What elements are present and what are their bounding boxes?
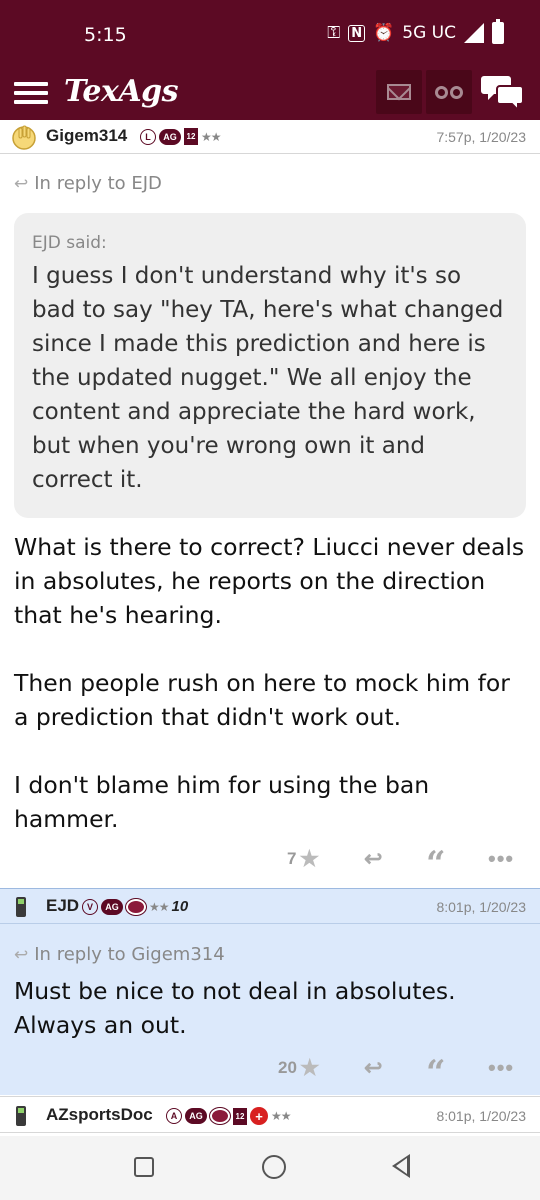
more-button[interactable]: ••• bbox=[488, 846, 514, 872]
binoculars-button[interactable] bbox=[426, 70, 472, 114]
post-paragraph: Then people rush on here to mock him for… bbox=[14, 669, 510, 731]
badge-ag: AG bbox=[185, 1108, 207, 1124]
quote-icon: “ bbox=[426, 844, 446, 884]
mail-button[interactable] bbox=[376, 70, 422, 114]
post-body: Must be nice to not deal in absolutes. A… bbox=[14, 974, 526, 1042]
chat-icon bbox=[481, 76, 524, 113]
post-header: AZsportsDoc A AG 12 + ★★ 8:01p, 1/20/23 bbox=[0, 1099, 540, 1133]
post-header: Gigem314 L AG 12 ★★ 7:57p, 1/20/23 bbox=[0, 120, 540, 154]
logo-badge-icon bbox=[210, 1108, 230, 1124]
like-count: 20 bbox=[278, 1058, 297, 1077]
logo-badge-icon bbox=[126, 898, 146, 915]
badge-L: L bbox=[140, 128, 156, 145]
system-nav-bar bbox=[0, 1136, 540, 1200]
reply-arrow-icon: ↩ bbox=[14, 944, 29, 965]
quote-author: EJD said: bbox=[32, 233, 107, 253]
mail-icon bbox=[387, 84, 411, 100]
reply-icon: ↩ bbox=[364, 1055, 383, 1080]
menu-icon[interactable] bbox=[14, 78, 48, 108]
badge-A: A bbox=[166, 1108, 182, 1124]
app-bar: TexAgs bbox=[0, 68, 540, 120]
username[interactable]: EJD bbox=[46, 896, 79, 916]
reply-button[interactable]: ↩ bbox=[364, 1055, 382, 1081]
post-actions: 20 ★ ↩ “ ••• bbox=[0, 1051, 540, 1093]
post-header: EJD V AG ★★ 10 8:01p, 1/20/23 bbox=[0, 890, 540, 924]
post-paragraph: I don't blame him for using the ban hamm… bbox=[14, 771, 430, 833]
avatar[interactable] bbox=[16, 1106, 44, 1132]
quote-button[interactable]: “ bbox=[426, 844, 446, 884]
quote-block: EJD said: I guess I don't understand why… bbox=[14, 213, 526, 518]
alarm-icon: ⏰ bbox=[373, 23, 395, 43]
key-icon: ⚿ bbox=[327, 23, 341, 43]
badge-plus: + bbox=[250, 1107, 268, 1125]
user-badges: A AG 12 + ★★ bbox=[166, 1107, 291, 1125]
nfc-icon: N bbox=[348, 24, 366, 42]
reply-to-link[interactable]: ↩ In reply to EJD bbox=[14, 173, 162, 194]
status-time: 5:15 bbox=[84, 24, 127, 46]
username[interactable]: Gigem314 bbox=[46, 126, 127, 146]
more-button[interactable]: ••• bbox=[488, 1055, 514, 1081]
like-button[interactable]: 20 ★ bbox=[278, 1055, 320, 1081]
back-icon[interactable] bbox=[392, 1154, 410, 1178]
badge-10: 10 bbox=[171, 898, 189, 915]
status-icons: ⚿ N ⏰ 5G UC bbox=[327, 19, 504, 44]
quote-button[interactable]: “ bbox=[426, 1053, 446, 1093]
badge-12: 12 bbox=[233, 1107, 247, 1125]
post-actions: 7 ★ ↩ “ ••• bbox=[0, 842, 540, 884]
status-bar: 5:15 ⚿ N ⏰ 5G UC bbox=[0, 0, 540, 68]
post-body: What is there to correct? Liucci never d… bbox=[14, 530, 526, 836]
phone-icon bbox=[16, 897, 26, 917]
username[interactable]: AZsportsDoc bbox=[46, 1105, 153, 1125]
avatar[interactable] bbox=[16, 897, 44, 923]
post-paragraph: What is there to correct? Liucci never d… bbox=[14, 533, 525, 629]
post-timestamp[interactable]: 8:01p, 1/20/23 bbox=[436, 899, 526, 915]
site-logo[interactable]: TexAgs bbox=[64, 74, 179, 109]
home-icon[interactable] bbox=[262, 1155, 286, 1179]
like-button[interactable]: 7 ★ bbox=[287, 846, 319, 872]
recents-icon[interactable] bbox=[134, 1157, 154, 1177]
star-icon: ★ bbox=[299, 1055, 320, 1080]
chat-button[interactable] bbox=[480, 72, 526, 113]
network-label: 5G UC bbox=[402, 23, 456, 43]
quote-icon: “ bbox=[426, 1053, 446, 1093]
post-timestamp[interactable]: 8:01p, 1/20/23 bbox=[436, 1108, 526, 1124]
reply-icon: ↩ bbox=[364, 846, 383, 871]
badge-12: 12 bbox=[184, 128, 198, 145]
star-icon: ★ bbox=[299, 846, 320, 871]
reply-to-text: In reply to EJD bbox=[34, 173, 162, 194]
divider bbox=[0, 1096, 540, 1097]
more-icon: ••• bbox=[488, 846, 515, 871]
reply-to-text: In reply to Gigem314 bbox=[34, 944, 225, 965]
star-rating: ★★ bbox=[149, 899, 169, 914]
signal-icon bbox=[464, 23, 484, 43]
phone-icon bbox=[16, 1106, 26, 1126]
star-rating: ★★ bbox=[271, 1109, 291, 1123]
badge-ag: AG bbox=[101, 898, 123, 915]
post-timestamp[interactable]: 7:57p, 1/20/23 bbox=[436, 129, 526, 145]
user-badges: V AG ★★ 10 bbox=[82, 898, 188, 915]
reply-to-link[interactable]: ↩ In reply to Gigem314 bbox=[14, 944, 225, 965]
badge-V: V bbox=[82, 898, 98, 915]
more-icon: ••• bbox=[488, 1055, 515, 1080]
hand-avatar-icon bbox=[12, 125, 36, 150]
quote-text: I guess I don't understand why it's so b… bbox=[32, 263, 504, 493]
binoculars-icon bbox=[435, 85, 463, 99]
reply-arrow-icon: ↩ bbox=[14, 173, 29, 194]
reply-button[interactable]: ↩ bbox=[364, 846, 382, 872]
post-paragraph: Must be nice to not deal in absolutes. A… bbox=[14, 977, 456, 1039]
star-rating: ★★ bbox=[201, 129, 221, 144]
avatar[interactable] bbox=[10, 124, 38, 150]
like-count: 7 bbox=[287, 849, 297, 868]
battery-icon bbox=[492, 19, 504, 44]
user-badges: L AG 12 ★★ bbox=[140, 128, 221, 145]
badge-ag: AG bbox=[159, 128, 181, 145]
